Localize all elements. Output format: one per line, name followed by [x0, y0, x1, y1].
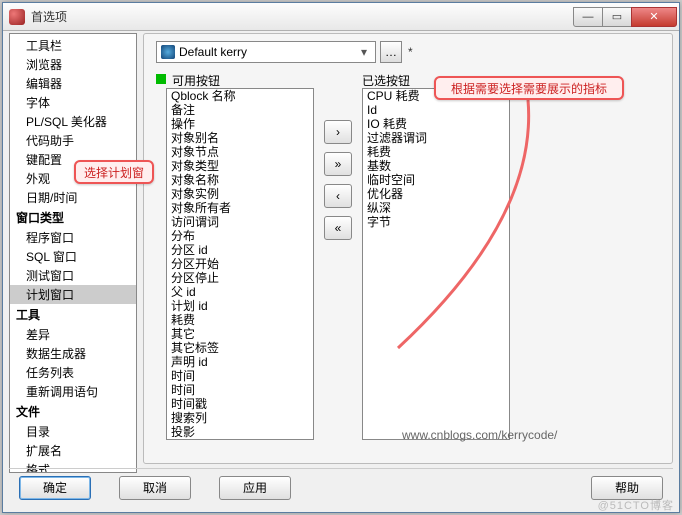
help-button[interactable]: 帮助 [591, 476, 663, 500]
selected-label: 已选按钮 [362, 72, 410, 89]
list-item[interactable]: 对象实例 [167, 187, 313, 201]
watermark-corner: @51CTO博客 [598, 497, 674, 513]
tree-group[interactable]: 文件 [10, 401, 136, 422]
toolbar: Default kerry ▾ … * [156, 40, 660, 64]
tree-item[interactable]: 目录 [10, 422, 136, 441]
profile-menu-button[interactable]: … [380, 41, 402, 63]
tree-item[interactable]: 扩展名 [10, 441, 136, 460]
tree-item[interactable]: 程序窗口 [10, 228, 136, 247]
available-label: 可用按钮 [172, 72, 220, 89]
tree-item[interactable]: 代码助手 [10, 131, 136, 150]
profile-combo[interactable]: Default kerry ▾ [156, 41, 376, 63]
dialog-button-bar: 确定 取消 应用 帮助 [9, 468, 673, 506]
annotation-tail-icon [388, 98, 538, 358]
apply-button[interactable]: 应用 [219, 476, 291, 500]
tree-item[interactable]: 工具栏 [10, 36, 136, 55]
minimize-button[interactable]: — [573, 7, 603, 27]
tree-item[interactable]: SQL 窗口 [10, 247, 136, 266]
list-item[interactable]: 分区开始 [167, 257, 313, 271]
tree-item[interactable]: 浏览器 [10, 55, 136, 74]
modified-indicator: * [406, 45, 413, 59]
cancel-button[interactable]: 取消 [119, 476, 191, 500]
annotation-callout-2: 根据需要选择需要展示的指标 [434, 76, 624, 100]
app-icon [9, 9, 25, 25]
list-item[interactable]: 对象别名 [167, 131, 313, 145]
close-button[interactable]: ✕ [631, 7, 677, 27]
tree-item[interactable]: 计划窗口 [10, 285, 136, 304]
annotation-callout-1: 选择计划窗 [74, 160, 154, 184]
list-item[interactable]: Qblock 名称 [167, 89, 313, 103]
ok-button[interactable]: 确定 [19, 476, 91, 500]
list-item[interactable]: 时间 [167, 383, 313, 397]
chevron-down-icon: ▾ [357, 45, 371, 59]
tree-item[interactable]: PL/SQL 美化器 [10, 112, 136, 131]
profile-icon [161, 45, 175, 59]
list-item[interactable]: 操作 [167, 117, 313, 131]
list-item[interactable]: 父 id [167, 285, 313, 299]
list-item[interactable]: 分布 [167, 229, 313, 243]
list-item[interactable]: 搜索列 [167, 411, 313, 425]
list-item[interactable]: 耗费 [167, 313, 313, 327]
move-all-right-button[interactable]: » [324, 152, 352, 176]
tree-group[interactable]: 窗口类型 [10, 207, 136, 228]
window-title: 首选项 [31, 8, 67, 25]
move-right-button[interactable]: › [324, 120, 352, 144]
profile-combo-text: Default kerry [179, 45, 357, 59]
tree-item[interactable]: 测试窗口 [10, 266, 136, 285]
tree-group[interactable]: 工具 [10, 304, 136, 325]
move-left-button[interactable]: ‹ [324, 184, 352, 208]
list-item[interactable]: 分区停止 [167, 271, 313, 285]
list-item[interactable]: 时间 [167, 369, 313, 383]
list-item[interactable]: 计划 id [167, 299, 313, 313]
watermark-url: www.cnblogs.com/kerrycode/ [402, 428, 557, 442]
move-all-left-button[interactable]: « [324, 216, 352, 240]
tree-item[interactable]: 编辑器 [10, 74, 136, 93]
list-item[interactable]: 位置 [167, 439, 313, 440]
maximize-button[interactable]: ▭ [602, 7, 632, 27]
titlebar: 首选项 — ▭ ✕ [3, 3, 679, 31]
list-item[interactable]: 对象类型 [167, 159, 313, 173]
green-marker-icon [156, 74, 166, 84]
tree-item[interactable]: 字体 [10, 93, 136, 112]
tree-item[interactable]: 数据生成器 [10, 344, 136, 363]
list-item[interactable]: 对象名称 [167, 173, 313, 187]
list-item[interactable]: 其它标签 [167, 341, 313, 355]
available-listbox[interactable]: Qblock 名称备注操作对象别名对象节点对象类型对象名称对象实例对象所有者访问… [166, 88, 314, 440]
list-item[interactable]: 分区 id [167, 243, 313, 257]
list-item[interactable]: 对象节点 [167, 145, 313, 159]
tree-item[interactable]: 日期/时间 [10, 188, 136, 207]
category-tree[interactable]: 工具栏浏览器编辑器字体PL/SQL 美化器代码助手键配置外观日期/时间窗口类型程… [9, 33, 137, 473]
tree-item[interactable]: 任务列表 [10, 363, 136, 382]
list-item[interactable]: 访问谓词 [167, 215, 313, 229]
list-item[interactable]: 对象所有者 [167, 201, 313, 215]
list-item[interactable]: 其它 [167, 327, 313, 341]
tree-item[interactable]: 重新调用语句 [10, 382, 136, 401]
list-item[interactable]: 投影 [167, 425, 313, 439]
list-item[interactable]: 时间戳 [167, 397, 313, 411]
list-item[interactable]: 备注 [167, 103, 313, 117]
list-item[interactable]: 声明 id [167, 355, 313, 369]
tree-item[interactable]: 差异 [10, 325, 136, 344]
